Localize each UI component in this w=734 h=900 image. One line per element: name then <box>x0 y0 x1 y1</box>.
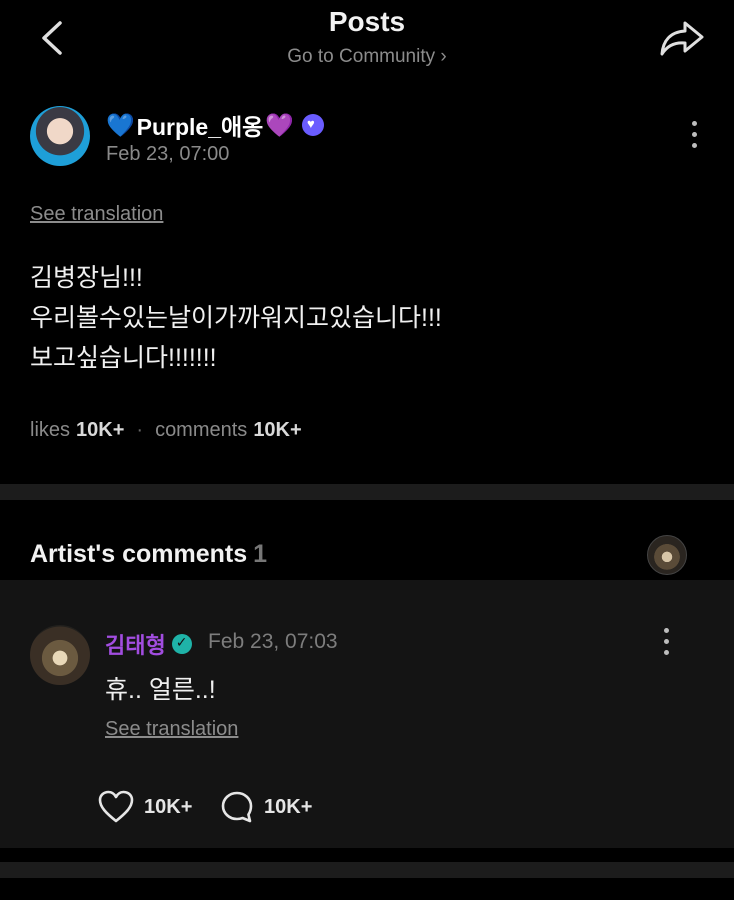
post-stats: likes 10K+ · comments 10K+ <box>30 419 302 442</box>
comment-like-count: 10K+ <box>144 795 193 818</box>
verified-icon <box>171 634 192 654</box>
verified-icon <box>301 114 324 136</box>
chevron-right-icon: › <box>440 46 447 67</box>
commenter-avatar[interactable] <box>30 625 90 685</box>
comment-reply-count: 10K+ <box>264 795 313 818</box>
artist-avatar-small[interactable] <box>647 535 687 575</box>
artist-comments-count: 1 <box>253 540 268 568</box>
more-vertical-icon[interactable] <box>688 121 700 155</box>
comments-label: comments <box>155 419 248 441</box>
comment-date: Feb 23, 07:03 <box>208 630 338 653</box>
section-divider <box>0 862 734 878</box>
likes-count: 10K+ <box>76 419 125 441</box>
likes-label: likes <box>30 419 71 441</box>
purple-heart-emoji: 💜 <box>265 111 294 138</box>
see-translation-link[interactable]: See translation <box>30 203 163 226</box>
artist-comments-heading: Artist's comments 1 <box>30 540 267 569</box>
author-avatar[interactable] <box>30 106 90 166</box>
post-line: 보고싶습니다!!!!!!! <box>30 344 217 372</box>
post-line: 김병장님!!! <box>30 264 143 292</box>
community-link-label: Go to Community <box>287 46 436 67</box>
artist-comments-title: Artist's comments <box>30 540 248 568</box>
blue-heart-emoji: 💙 <box>106 111 135 138</box>
section-divider <box>0 484 734 500</box>
post-date: Feb 23, 07:00 <box>106 143 230 165</box>
author-name: Purple_애옹 <box>136 114 264 140</box>
comment-bubble-icon <box>221 791 253 823</box>
go-to-community-link[interactable]: Go to Community › <box>0 46 734 68</box>
comment-like-button[interactable]: 10K+ <box>98 790 192 824</box>
more-vertical-icon[interactable] <box>660 628 672 662</box>
commenter[interactable]: 김태형 <box>105 628 192 660</box>
comment-reply-button[interactable]: 10K+ <box>220 790 312 824</box>
page-title: Posts <box>328 6 406 37</box>
commenter-name: 김태형 <box>105 633 166 658</box>
post-author[interactable]: 💙 Purple_애옹 💜 <box>106 108 324 142</box>
heart-icon <box>98 790 134 823</box>
post-body: 김병장님!!! 우리볼수있는날이가까워지고있습니다!!! 보고싶습니다!!!!!… <box>30 258 442 378</box>
comment-see-translation-link[interactable]: See translation <box>105 718 238 741</box>
share-icon[interactable] <box>658 18 706 58</box>
stats-separator: · <box>136 419 144 441</box>
comment-text: 휴.. 얼른..! <box>105 676 216 704</box>
post-line: 우리볼수있는날이가까워지고있습니다!!! <box>30 304 442 332</box>
comments-count: 10K+ <box>253 419 302 441</box>
